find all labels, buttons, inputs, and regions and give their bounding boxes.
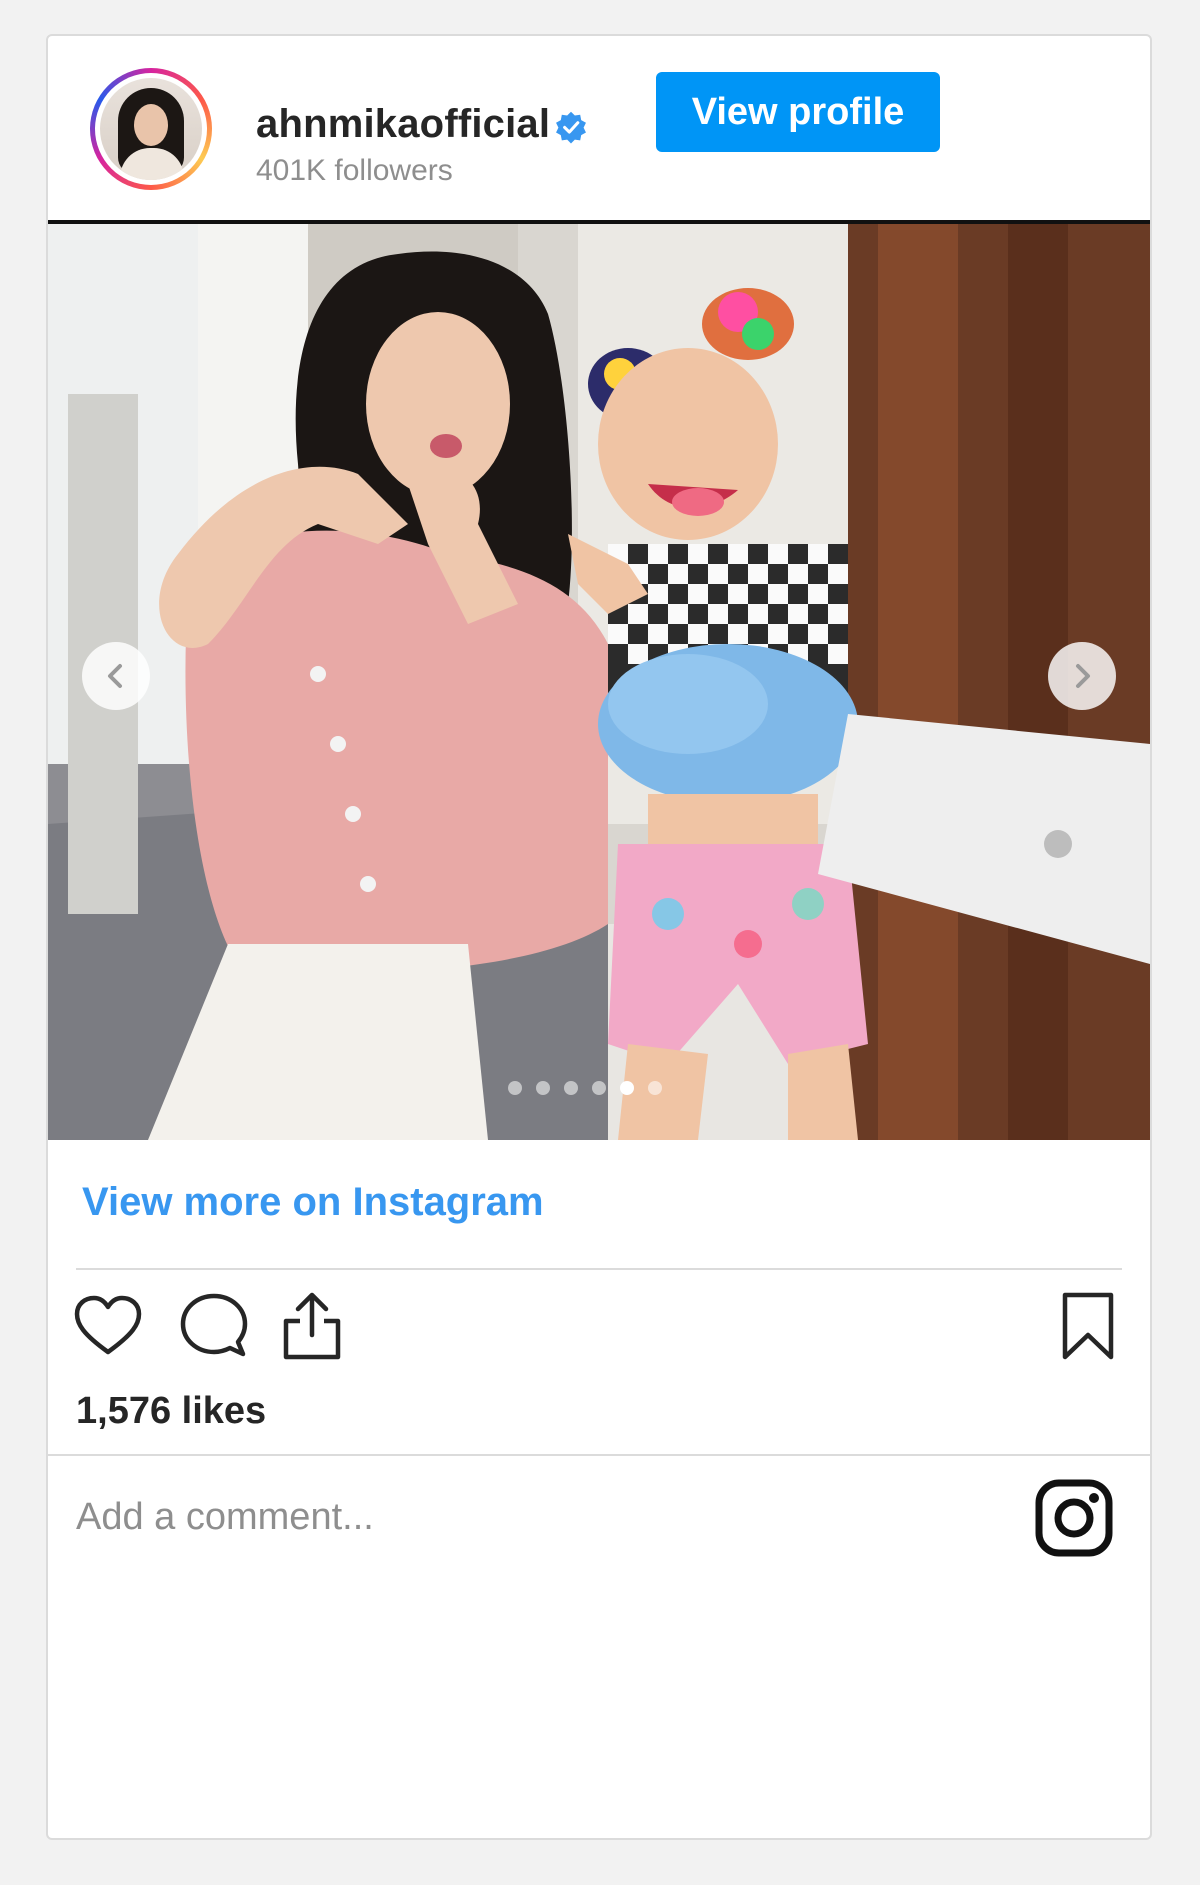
profile-avatar[interactable] <box>90 68 212 190</box>
comment-button[interactable] <box>178 1290 250 1362</box>
view-more-link[interactable]: View more on Instagram <box>82 1180 544 1225</box>
instagram-embed-card: ahnmikaofficial 401K followers View prof… <box>46 34 1152 1840</box>
post-header: ahnmikaofficial 401K followers View prof… <box>48 36 1150 220</box>
carousel-dot <box>508 1081 522 1095</box>
heart-icon <box>74 1295 142 1355</box>
chevron-left-icon <box>108 664 122 688</box>
carousel-dot <box>564 1081 578 1095</box>
share-icon <box>283 1292 341 1360</box>
actions-divider <box>76 1268 1122 1270</box>
previous-slide-button[interactable] <box>82 642 150 710</box>
post-photo[interactable] <box>48 224 1150 1140</box>
bookmark-icon <box>1062 1292 1114 1360</box>
instagram-logo-icon[interactable] <box>1034 1478 1114 1558</box>
like-count: 1,576 likes <box>76 1390 267 1432</box>
verified-badge-icon <box>556 111 586 144</box>
view-profile-button[interactable]: View profile <box>656 72 940 152</box>
next-slide-button[interactable] <box>1048 642 1116 710</box>
chevron-right-icon <box>1076 664 1090 688</box>
post-image <box>48 224 1150 1140</box>
like-button[interactable] <box>72 1290 144 1362</box>
comment-divider <box>48 1454 1150 1456</box>
comment-icon <box>180 1293 248 1357</box>
share-button[interactable] <box>276 1290 348 1362</box>
follower-count: 401K followers <box>256 154 453 187</box>
add-comment-input[interactable]: Add a comment... <box>76 1496 374 1539</box>
carousel-dot <box>648 1081 662 1095</box>
carousel-indicator <box>508 1081 662 1097</box>
save-button[interactable] <box>1052 1290 1124 1362</box>
carousel-dot <box>592 1081 606 1095</box>
carousel-dot <box>536 1081 550 1095</box>
carousel-dot-active <box>620 1081 634 1095</box>
username[interactable]: ahnmikaofficial <box>256 102 550 147</box>
